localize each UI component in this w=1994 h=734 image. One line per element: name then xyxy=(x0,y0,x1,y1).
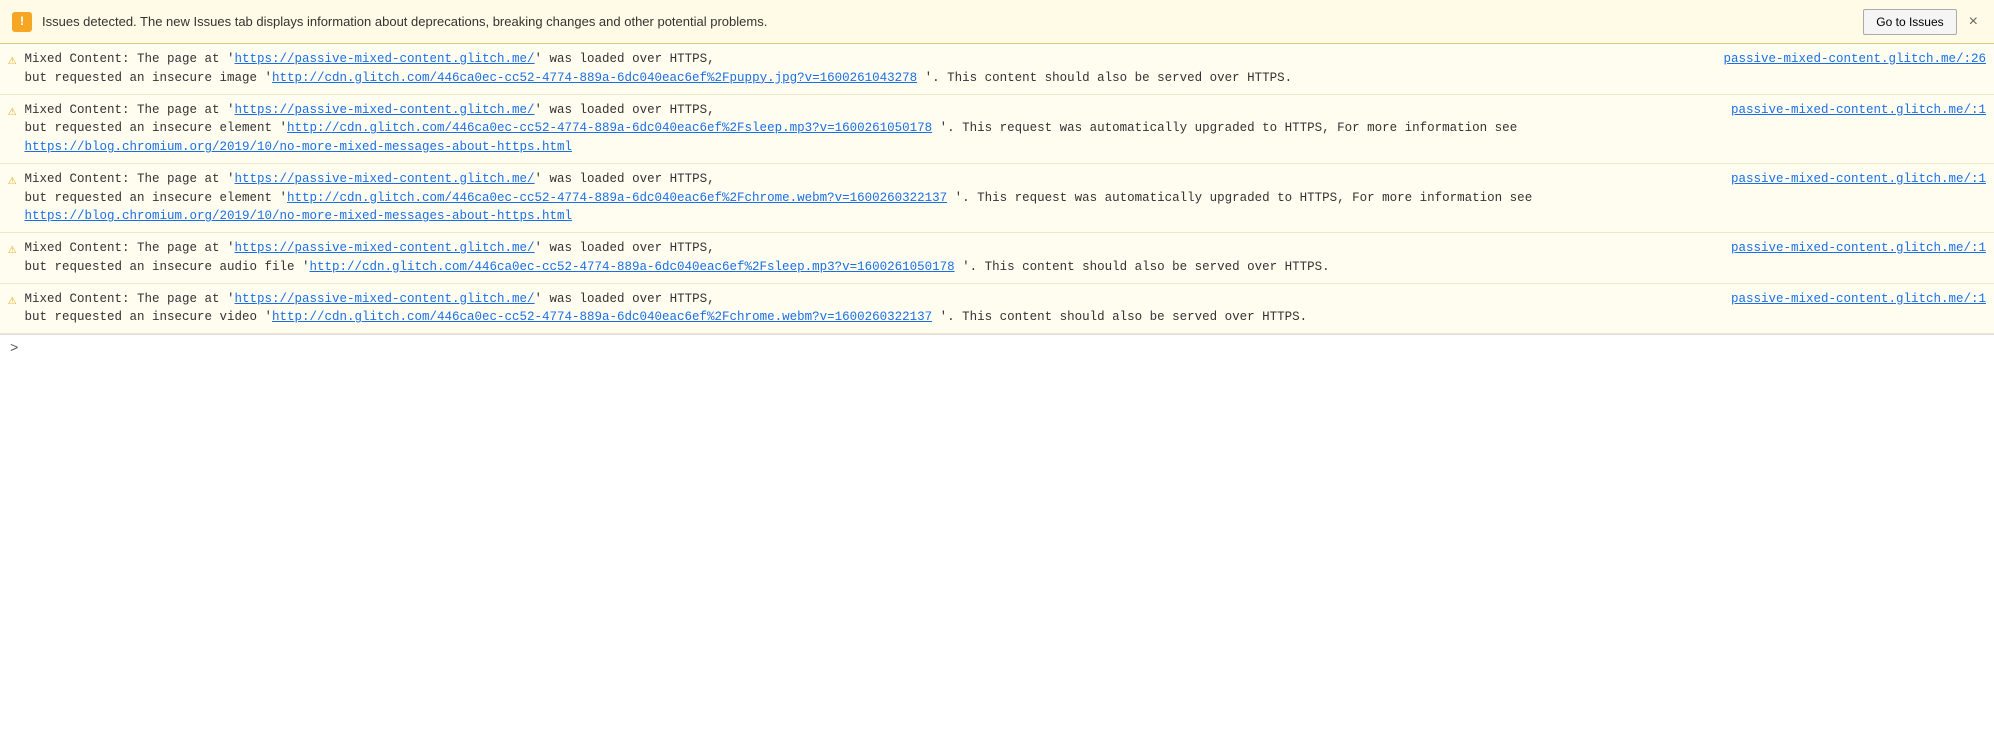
page-url-link[interactable]: https://passive-mixed-content.glitch.me/ xyxy=(234,241,534,255)
entry-content: Mixed Content: The page at 'https://pass… xyxy=(24,101,1986,157)
close-button[interactable]: × xyxy=(1965,13,1982,31)
entry-content: Mixed Content: The page at 'https://pass… xyxy=(24,170,1986,226)
page-url-link[interactable]: https://passive-mixed-content.glitch.me/ xyxy=(234,103,534,117)
resource-url-link[interactable]: http://cdn.glitch.com/446ca0ec-cc52-4774… xyxy=(287,121,932,135)
resource-url-link[interactable]: http://cdn.glitch.com/446ca0ec-cc52-4774… xyxy=(272,310,932,324)
console-entry: ⚠ Mixed Content: The page at 'https://pas… xyxy=(0,164,1994,233)
entry-source-link[interactable]: passive-mixed-content.glitch.me/:1 xyxy=(1731,241,1986,255)
warning-triangle-icon: ⚠ xyxy=(8,172,16,189)
console-entry: ⚠ Mixed Content: The page at 'https://pas… xyxy=(0,44,1994,95)
resource-url-link[interactable]: http://cdn.glitch.com/446ca0ec-cc52-4774… xyxy=(287,191,947,205)
console-entry: ⚠ Mixed Content: The page at 'https://pas… xyxy=(0,95,1994,164)
more-info-link[interactable]: https://blog.chromium.org/2019/10/no-mor… xyxy=(24,140,572,154)
go-to-issues-button[interactable]: Go to Issues xyxy=(1863,9,1956,35)
entry-source-link[interactable]: passive-mixed-content.glitch.me/:1 xyxy=(1731,172,1986,186)
entry-source-link[interactable]: passive-mixed-content.glitch.me/:1 xyxy=(1731,103,1986,117)
entry-text: Mixed Content: The page at 'https://pass… xyxy=(24,239,1731,277)
warning-triangle-icon: ⚠ xyxy=(8,52,16,69)
entry-text: Mixed Content: The page at 'https://pass… xyxy=(24,50,1723,88)
entry-source-link[interactable]: passive-mixed-content.glitch.me/:1 xyxy=(1731,292,1986,306)
warning-triangle-icon: ⚠ xyxy=(8,103,16,120)
issues-message: Issues detected. The new Issues tab disp… xyxy=(42,14,767,29)
entry-header-row: Mixed Content: The page at 'https://pass… xyxy=(24,290,1986,328)
warning-triangle-icon: ⚠ xyxy=(8,241,16,258)
console-entry: ⚠ Mixed Content: The page at 'https://pas… xyxy=(0,284,1994,335)
entry-header-row: Mixed Content: The page at 'https://pass… xyxy=(24,50,1986,88)
issues-warning-icon: ! xyxy=(12,12,32,32)
entry-header-row: Mixed Content: The page at 'https://pass… xyxy=(24,170,1986,226)
warning-triangle-icon: ⚠ xyxy=(8,292,16,309)
console-entries: ⚠ Mixed Content: The page at 'https://pas… xyxy=(0,44,1994,334)
console-entry: ⚠ Mixed Content: The page at 'https://pas… xyxy=(0,233,1994,284)
resource-url-link[interactable]: http://cdn.glitch.com/446ca0ec-cc52-4774… xyxy=(309,260,954,274)
entry-text: Mixed Content: The page at 'https://pass… xyxy=(24,170,1731,226)
entry-text: Mixed Content: The page at 'https://pass… xyxy=(24,101,1731,157)
console-bottom-bar: > xyxy=(0,334,1994,363)
entry-content: Mixed Content: The page at 'https://pass… xyxy=(24,50,1986,88)
entry-content: Mixed Content: The page at 'https://pass… xyxy=(24,290,1986,328)
entry-source-link[interactable]: passive-mixed-content.glitch.me/:26 xyxy=(1723,52,1986,66)
top-bar: ! Issues detected. The new Issues tab di… xyxy=(0,0,1994,44)
more-info-link[interactable]: https://blog.chromium.org/2019/10/no-mor… xyxy=(24,209,572,223)
console-prompt: > xyxy=(10,341,18,357)
page-url-link[interactable]: https://passive-mixed-content.glitch.me/ xyxy=(234,52,534,66)
entry-content: Mixed Content: The page at 'https://pass… xyxy=(24,239,1986,277)
resource-url-link[interactable]: http://cdn.glitch.com/446ca0ec-cc52-4774… xyxy=(272,71,917,85)
entry-header-row: Mixed Content: The page at 'https://pass… xyxy=(24,239,1986,277)
page-url-link[interactable]: https://passive-mixed-content.glitch.me/ xyxy=(234,292,534,306)
entry-header-row: Mixed Content: The page at 'https://pass… xyxy=(24,101,1986,157)
page-url-link[interactable]: https://passive-mixed-content.glitch.me/ xyxy=(234,172,534,186)
entry-text: Mixed Content: The page at 'https://pass… xyxy=(24,290,1731,328)
